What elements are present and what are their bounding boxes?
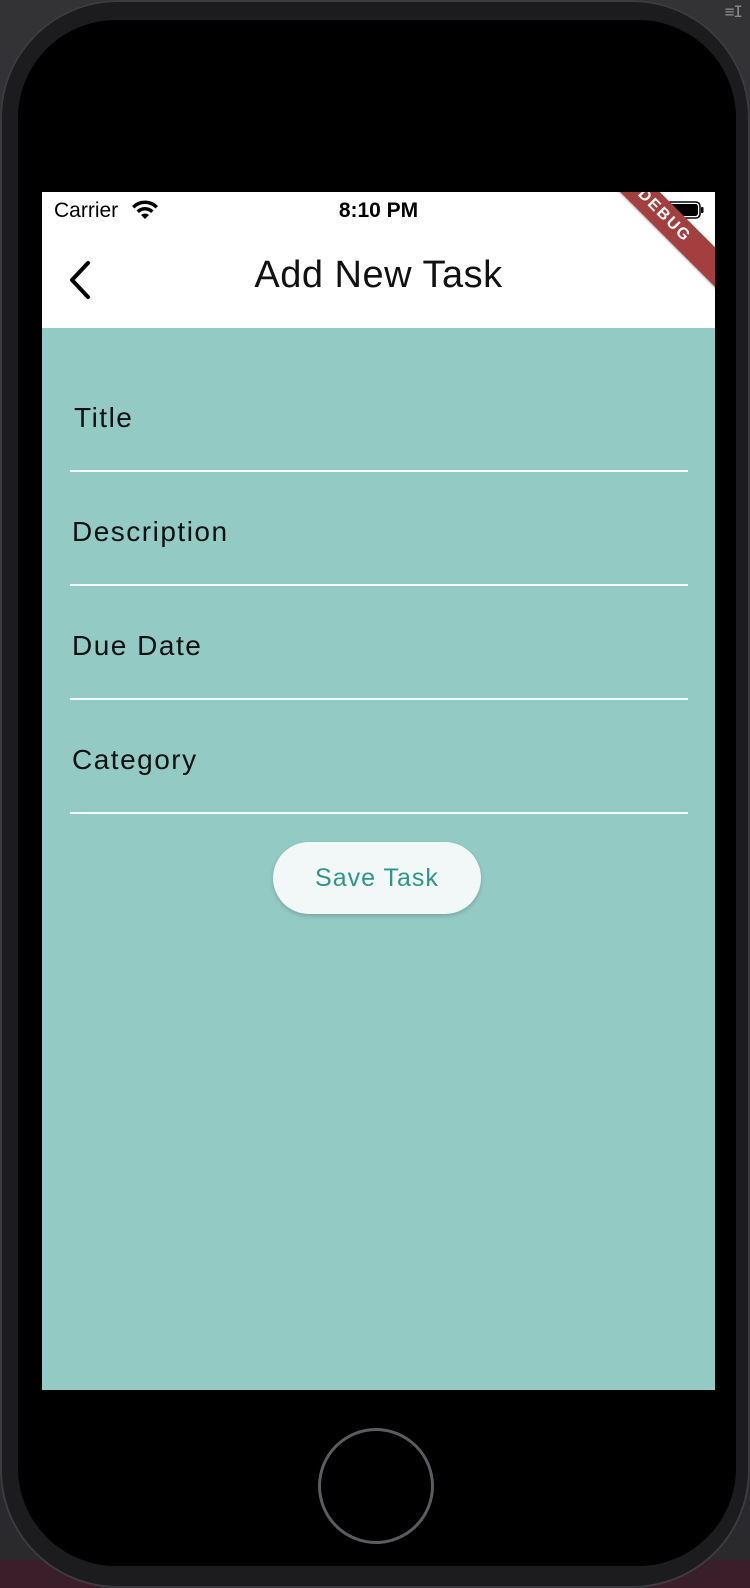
title-field-label: Title bbox=[74, 402, 134, 433]
app-bar: Add New Task bbox=[42, 232, 715, 328]
status-bar: Carrier 8:10 PM bbox=[42, 192, 715, 232]
editor-cursor-icon: ≡I bbox=[724, 2, 743, 21]
due-date-field-label: Due Date bbox=[72, 630, 203, 661]
description-field[interactable]: Description bbox=[70, 472, 688, 586]
app-screen: Carrier 8:10 PM Add New Task DEBUG Title… bbox=[42, 192, 715, 1390]
category-field[interactable]: Category bbox=[70, 700, 688, 814]
page-title: Add New Task bbox=[254, 254, 503, 296]
status-time: 8:10 PM bbox=[338, 199, 419, 222]
save-task-button[interactable]: Save Task bbox=[273, 842, 481, 914]
task-form: Title Description Due Date Category bbox=[70, 328, 688, 814]
home-button[interactable] bbox=[318, 1428, 434, 1544]
category-field-label: Category bbox=[72, 744, 198, 775]
due-date-field[interactable]: Due Date bbox=[70, 586, 688, 700]
description-field-label: Description bbox=[72, 516, 229, 547]
title-field[interactable]: Title bbox=[70, 328, 688, 472]
save-task-button-label: Save Task bbox=[315, 863, 439, 892]
